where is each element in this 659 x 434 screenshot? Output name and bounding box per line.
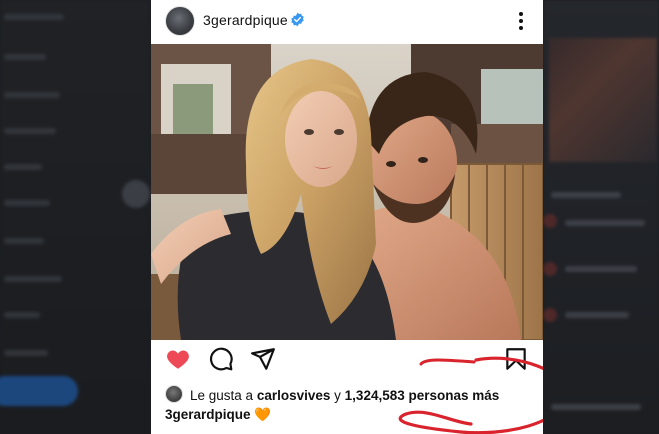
more-vertical-icon[interactable]	[511, 10, 531, 32]
likes-count[interactable]: 1,324,583	[345, 388, 405, 403]
post-caption: 3gerardpique 🧡	[165, 407, 271, 423]
send-icon[interactable]	[250, 346, 276, 372]
post-photo[interactable]	[151, 44, 543, 340]
comment-icon[interactable]	[208, 346, 234, 372]
likes-suffix: personas más	[408, 388, 500, 403]
background-left-panel	[0, 0, 150, 434]
post-actions-bar	[151, 346, 543, 376]
likes-summary[interactable]: Le gusta a carlosvives y 1,324,583 perso…	[165, 385, 535, 405]
post-header: 3gerardpique	[151, 0, 543, 42]
orange-heart-emoji: 🧡	[254, 407, 272, 422]
likes-prefix: Le gusta a	[190, 388, 254, 403]
verified-badge-icon	[291, 12, 304, 27]
heart-filled-icon[interactable]	[165, 346, 191, 372]
caption-username[interactable]: 3gerardpique	[165, 407, 251, 422]
instagram-post-card: 3gerardpique Le gusta a carlosvives y 1,…	[151, 0, 543, 434]
liker-username[interactable]: carlosvives	[257, 388, 331, 403]
liker-avatar	[165, 385, 183, 403]
avatar[interactable]	[165, 6, 195, 36]
likes-middle: y	[334, 388, 341, 403]
background-right-panel	[543, 0, 659, 434]
post-photo-image	[151, 44, 543, 340]
post-username[interactable]: 3gerardpique	[203, 12, 288, 28]
bookmark-icon[interactable]	[503, 346, 529, 372]
